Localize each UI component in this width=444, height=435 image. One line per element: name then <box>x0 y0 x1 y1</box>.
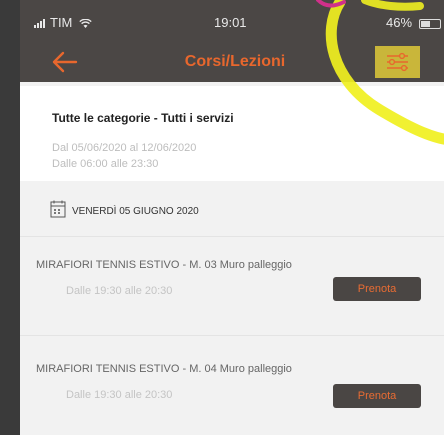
sliders-icon <box>387 52 408 72</box>
calendar-icon <box>50 200 66 218</box>
prenota-button[interactable]: Prenota <box>333 384 421 408</box>
background-edge <box>0 0 20 435</box>
nav-row: Corsi/Lezioni <box>20 44 444 80</box>
status-bar: TIM 19:01 46% <box>20 12 444 34</box>
prenota-button[interactable]: Prenota <box>333 277 421 301</box>
carrier-indicator: TIM <box>34 15 92 30</box>
list-item: MIRAFIORI TENNIS ESTIVO - M. 04 Muro pal… <box>20 335 444 425</box>
list-item: MIRAFIORI TENNIS ESTIVO - M. 03 Muro pal… <box>20 236 444 326</box>
battery-indicator: 46% <box>386 15 441 30</box>
slot-time: Dalle 19:30 alle 20:30 <box>66 389 173 401</box>
date-range: Dal 05/06/2020 al 12/06/2020 <box>52 142 197 154</box>
battery-percent: 46% <box>386 15 413 30</box>
app-screen: TIM 19:01 46% Corsi/Lezioni Tutte le cat… <box>20 0 444 435</box>
top-bar: TIM 19:01 46% Corsi/Lezioni <box>20 0 444 82</box>
status-time: 19:01 <box>214 15 247 30</box>
slot-time: Dalle 19:30 alle 20:30 <box>66 285 173 297</box>
signal-icon <box>34 19 45 29</box>
slot-title: MIRAFIORI TENNIS ESTIVO - M. 03 Muro pal… <box>36 259 292 271</box>
filter-summary-card[interactable]: Tutte le categorie - Tutti i servizi Dal… <box>20 86 444 181</box>
wifi-icon <box>79 18 92 28</box>
day-header: VENERDÌ 05 GIUGNO 2020 <box>20 191 444 229</box>
slot-title: MIRAFIORI TENNIS ESTIVO - M. 04 Muro pal… <box>36 363 292 375</box>
day-label: VENERDÌ 05 GIUGNO 2020 <box>72 206 199 217</box>
filter-title: Tutte le categorie - Tutti i servizi <box>52 111 234 125</box>
time-range: Dalle 06:00 alle 23:30 <box>52 158 159 170</box>
carrier-name: TIM <box>50 15 73 30</box>
filter-button[interactable] <box>375 46 420 78</box>
battery-icon <box>418 18 441 29</box>
